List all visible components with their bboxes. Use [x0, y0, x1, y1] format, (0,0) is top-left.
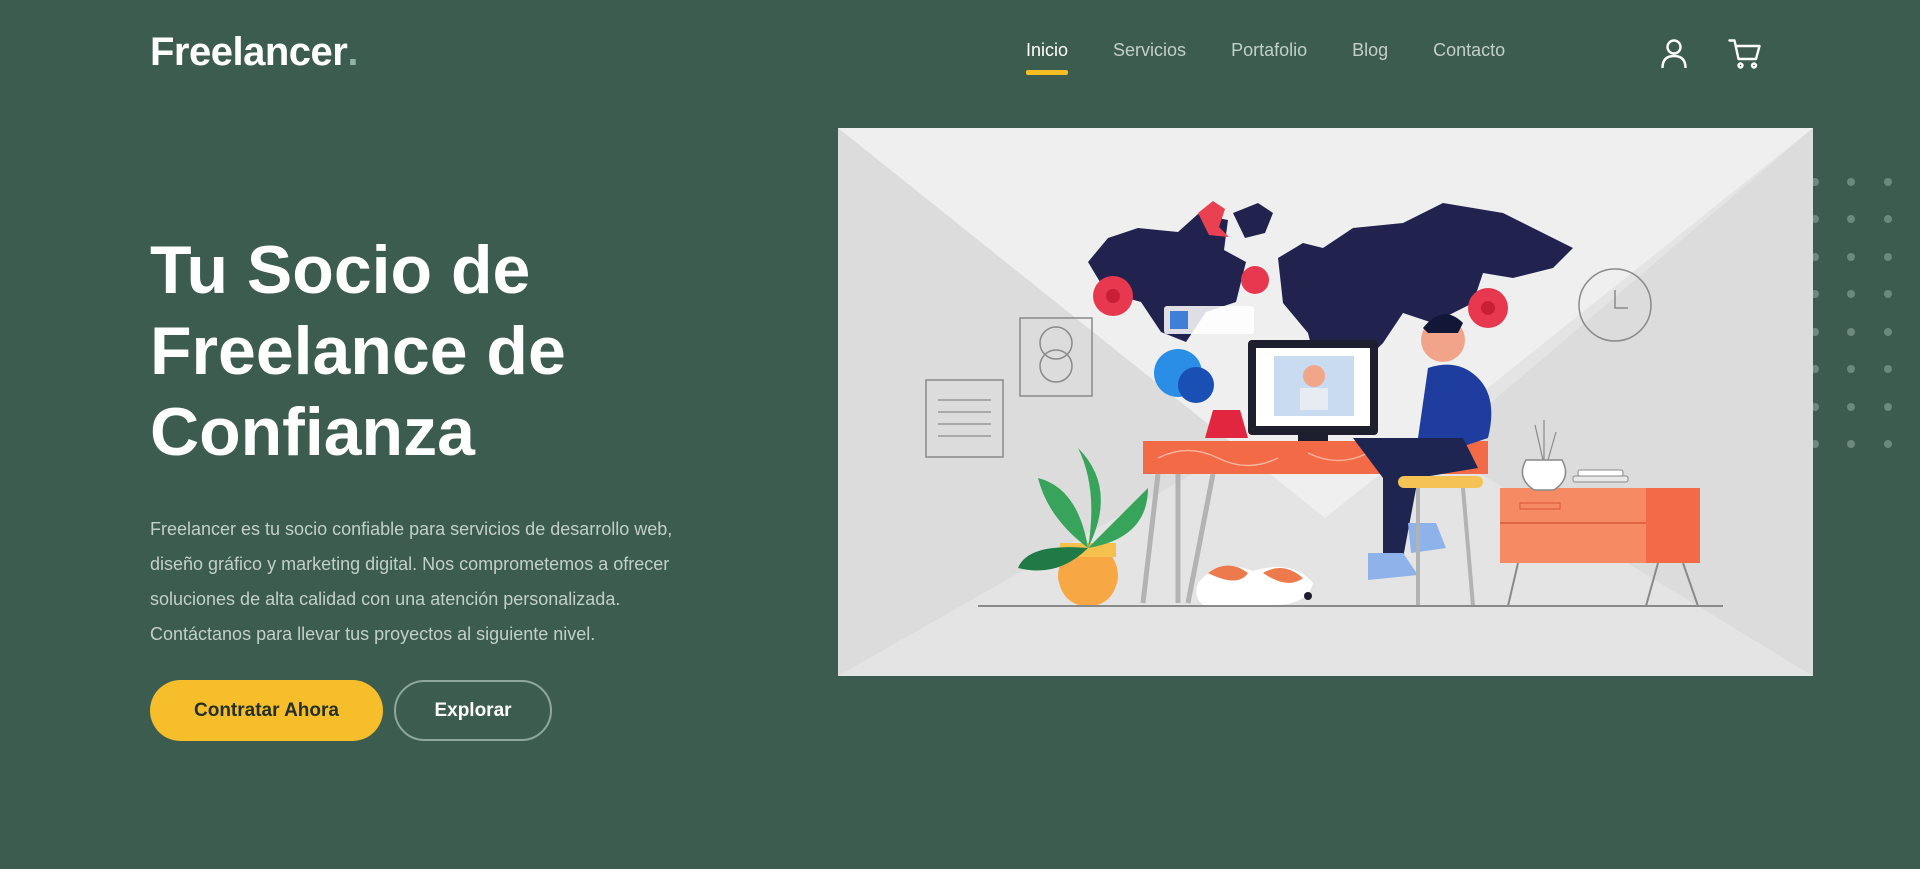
- hero-illustration: [838, 128, 1813, 676]
- description-line: Freelancer es tu socio confiable para se…: [150, 519, 673, 539]
- description-line: diseño gráfico y marketing digital. Nos …: [150, 554, 670, 574]
- cart-icon[interactable]: [1728, 38, 1762, 75]
- logo-dot: .: [347, 30, 358, 74]
- nav-item-contacto[interactable]: Contacto: [1433, 40, 1505, 75]
- hero-description: Freelancer es tu socio confiable para se…: [150, 512, 710, 652]
- vase-decoration: [1521, 459, 1567, 491]
- nav-item-servicios[interactable]: Servicios: [1113, 40, 1186, 75]
- description-line: Contáctanos para llevar tus proyectos al…: [150, 624, 596, 644]
- nav-item-blog[interactable]: Blog: [1352, 40, 1388, 75]
- hero-title-line: Confianza: [150, 394, 475, 470]
- dot-grid-decoration: [1811, 178, 1892, 448]
- description-line: soluciones de alta calidad con una atenc…: [150, 589, 621, 609]
- hire-now-button[interactable]: Contratar Ahora: [150, 680, 383, 741]
- hero-title-line: Tu Socio de: [150, 232, 531, 308]
- logo[interactable]: Freelancer.: [150, 30, 358, 75]
- explore-button[interactable]: Explorar: [394, 680, 552, 741]
- nav-item-inicio[interactable]: Inicio: [1026, 40, 1069, 75]
- hero-title-line: Freelance de: [150, 313, 566, 389]
- logo-text: Freelancer: [150, 30, 348, 74]
- main-nav: Inicio Servicios Portafolio Blog Contact…: [1026, 40, 1550, 75]
- user-icon[interactable]: [1660, 38, 1688, 75]
- nav-item-portafolio[interactable]: Portafolio: [1231, 40, 1307, 75]
- hero-title: Tu Socio de Freelance de Confianza: [150, 230, 710, 473]
